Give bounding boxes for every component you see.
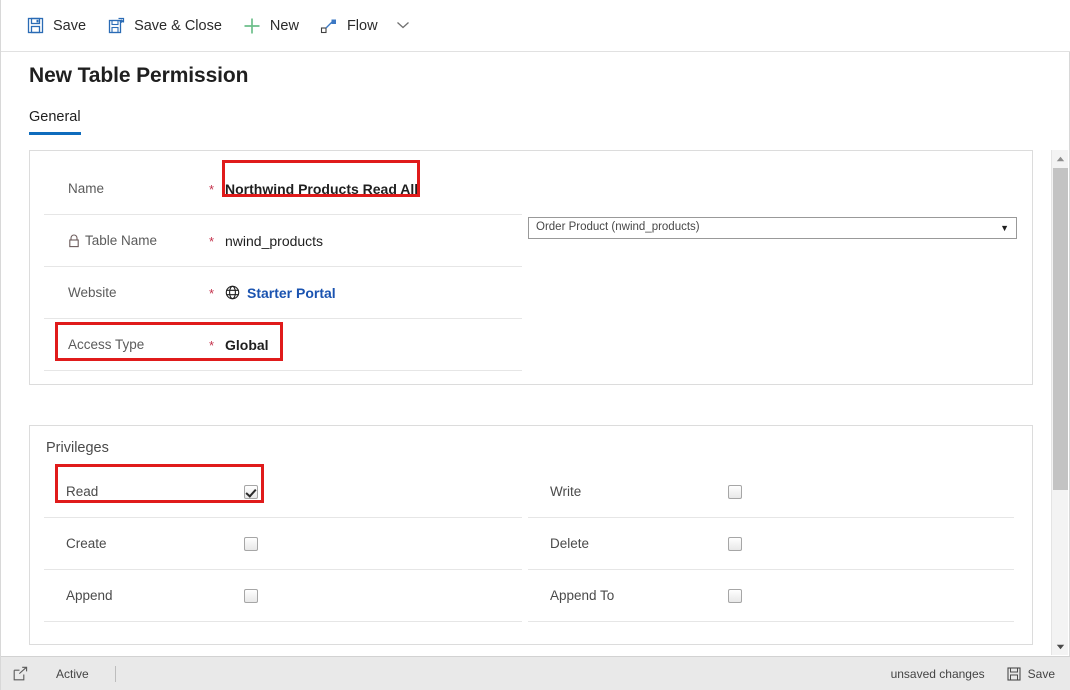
save-and-close-icon bbox=[106, 16, 126, 36]
name-field-value[interactable]: Northwind Products Read All bbox=[225, 181, 418, 197]
status-bar-save-button[interactable]: Save bbox=[1007, 667, 1055, 681]
save-button-label: Save bbox=[53, 17, 87, 34]
unsaved-changes-text: unsaved changes bbox=[890, 666, 985, 681]
general-fields-column: Name * Northwind Products Read All Table… bbox=[44, 163, 522, 371]
table-name-lookup-value: Order Product (nwind_products) bbox=[536, 221, 700, 234]
vertical-scrollbar[interactable] bbox=[1051, 150, 1068, 655]
globe-icon bbox=[225, 285, 240, 300]
command-bar: Save Save & Close New Flow bbox=[1, 0, 1070, 52]
status-bar-divider bbox=[114, 665, 116, 682]
privilege-append-to-checkbox-wrap bbox=[728, 588, 742, 603]
website-field-label: Website bbox=[68, 285, 117, 300]
open-record-icon[interactable] bbox=[13, 666, 28, 681]
save-icon bbox=[1007, 666, 1021, 681]
privilege-row-append-to: Append To bbox=[528, 570, 1014, 622]
save-and-close-button[interactable]: Save & Close bbox=[96, 8, 232, 44]
name-field-label: Name bbox=[68, 181, 105, 196]
tab-general[interactable]: General bbox=[29, 109, 81, 135]
access-type-required-marker: * bbox=[209, 338, 215, 353]
privilege-read-checkbox[interactable] bbox=[244, 484, 258, 499]
privilege-row-create: Create bbox=[44, 518, 522, 570]
privilege-append-checkbox[interactable] bbox=[244, 588, 258, 603]
privilege-row-write: Write bbox=[528, 466, 1014, 518]
privilege-create-checkbox-wrap bbox=[244, 536, 258, 551]
privilege-row-read: Read bbox=[44, 466, 522, 518]
privilege-write-checkbox[interactable] bbox=[728, 484, 742, 499]
website-link[interactable]: Starter Portal bbox=[247, 285, 336, 301]
tab-general-label: General bbox=[29, 109, 81, 125]
privileges-heading: Privileges bbox=[46, 440, 109, 456]
privilege-read-checkbox-wrap bbox=[244, 484, 258, 499]
chevron-down-icon bbox=[396, 17, 410, 35]
general-section-card: Name * Northwind Products Read All Table… bbox=[29, 150, 1033, 385]
scrollbar-thumb[interactable] bbox=[1053, 168, 1068, 490]
new-button[interactable]: New bbox=[232, 8, 309, 44]
website-field-value[interactable]: Starter Portal bbox=[225, 285, 336, 301]
privilege-delete-label: Delete bbox=[550, 536, 590, 551]
record-status-text: Active bbox=[56, 666, 89, 681]
flow-button-label: Flow bbox=[346, 17, 378, 34]
privilege-create-checkbox[interactable] bbox=[244, 536, 258, 551]
privilege-append-to-label: Append To bbox=[550, 588, 615, 603]
privilege-write-label: Write bbox=[550, 484, 582, 499]
scroll-down-arrow-icon[interactable] bbox=[1052, 638, 1069, 655]
table-permission-form-window: Save Save & Close New Flow New Table Per… bbox=[0, 0, 1070, 690]
privileges-right-column: Write Delete Append To bbox=[528, 466, 1014, 622]
privilege-append-label: Append bbox=[66, 588, 113, 603]
table-name-lookup-select[interactable]: Order Product (nwind_products) ▼ bbox=[528, 217, 1017, 239]
table-name-field-value[interactable]: nwind_products bbox=[225, 233, 323, 249]
field-row-name: Name * Northwind Products Read All bbox=[44, 163, 522, 215]
form-area: Name * Northwind Products Read All Table… bbox=[29, 150, 1039, 650]
privilege-append-to-checkbox[interactable] bbox=[728, 588, 742, 603]
new-button-label: New bbox=[269, 17, 299, 34]
plus-icon bbox=[242, 16, 262, 36]
privilege-delete-checkbox[interactable] bbox=[728, 536, 742, 551]
field-row-access-type: Access Type * Global bbox=[44, 319, 522, 371]
name-required-marker: * bbox=[209, 182, 215, 197]
access-type-field-value[interactable]: Global bbox=[225, 337, 269, 353]
flow-overflow-chevron[interactable] bbox=[390, 11, 416, 41]
status-bar: Active unsaved changes Save bbox=[1, 656, 1070, 690]
privilege-append-checkbox-wrap bbox=[244, 588, 258, 603]
page-title: New Table Permission bbox=[29, 64, 249, 87]
field-row-website: Website * Starter Portal bbox=[44, 267, 522, 319]
website-required-marker: * bbox=[209, 286, 215, 301]
privilege-read-label: Read bbox=[66, 484, 99, 499]
table-name-required-marker: * bbox=[209, 234, 215, 249]
privilege-write-checkbox-wrap bbox=[728, 484, 742, 499]
tab-strip: General bbox=[29, 108, 81, 135]
table-name-label-text: Table Name bbox=[85, 233, 158, 248]
lock-icon bbox=[68, 234, 80, 248]
save-icon bbox=[25, 16, 45, 36]
scroll-up-arrow-icon[interactable] bbox=[1052, 150, 1069, 167]
table-name-field-label: Table Name bbox=[44, 233, 209, 248]
save-and-close-button-label: Save & Close bbox=[134, 17, 222, 34]
privileges-left-column: Read Create Append bbox=[44, 466, 522, 622]
status-bar-save-label: Save bbox=[1027, 666, 1055, 681]
privilege-row-delete: Delete bbox=[528, 518, 1014, 570]
field-row-table-name: Table Name * nwind_products bbox=[44, 215, 522, 267]
status-bar-right: unsaved changes Save bbox=[891, 667, 1070, 681]
privilege-create-label: Create bbox=[66, 536, 107, 551]
privileges-section-card: Privileges Read Create Append Write Dele… bbox=[29, 425, 1033, 645]
flow-button[interactable]: Flow bbox=[309, 8, 388, 44]
access-type-field-label: Access Type bbox=[68, 337, 145, 352]
dropdown-arrow-icon: ▼ bbox=[1000, 223, 1009, 233]
privilege-row-append: Append bbox=[44, 570, 522, 622]
flow-icon bbox=[319, 16, 339, 36]
save-button[interactable]: Save bbox=[15, 8, 96, 44]
privilege-delete-checkbox-wrap bbox=[728, 536, 742, 551]
status-bar-left: Active bbox=[1, 665, 116, 682]
